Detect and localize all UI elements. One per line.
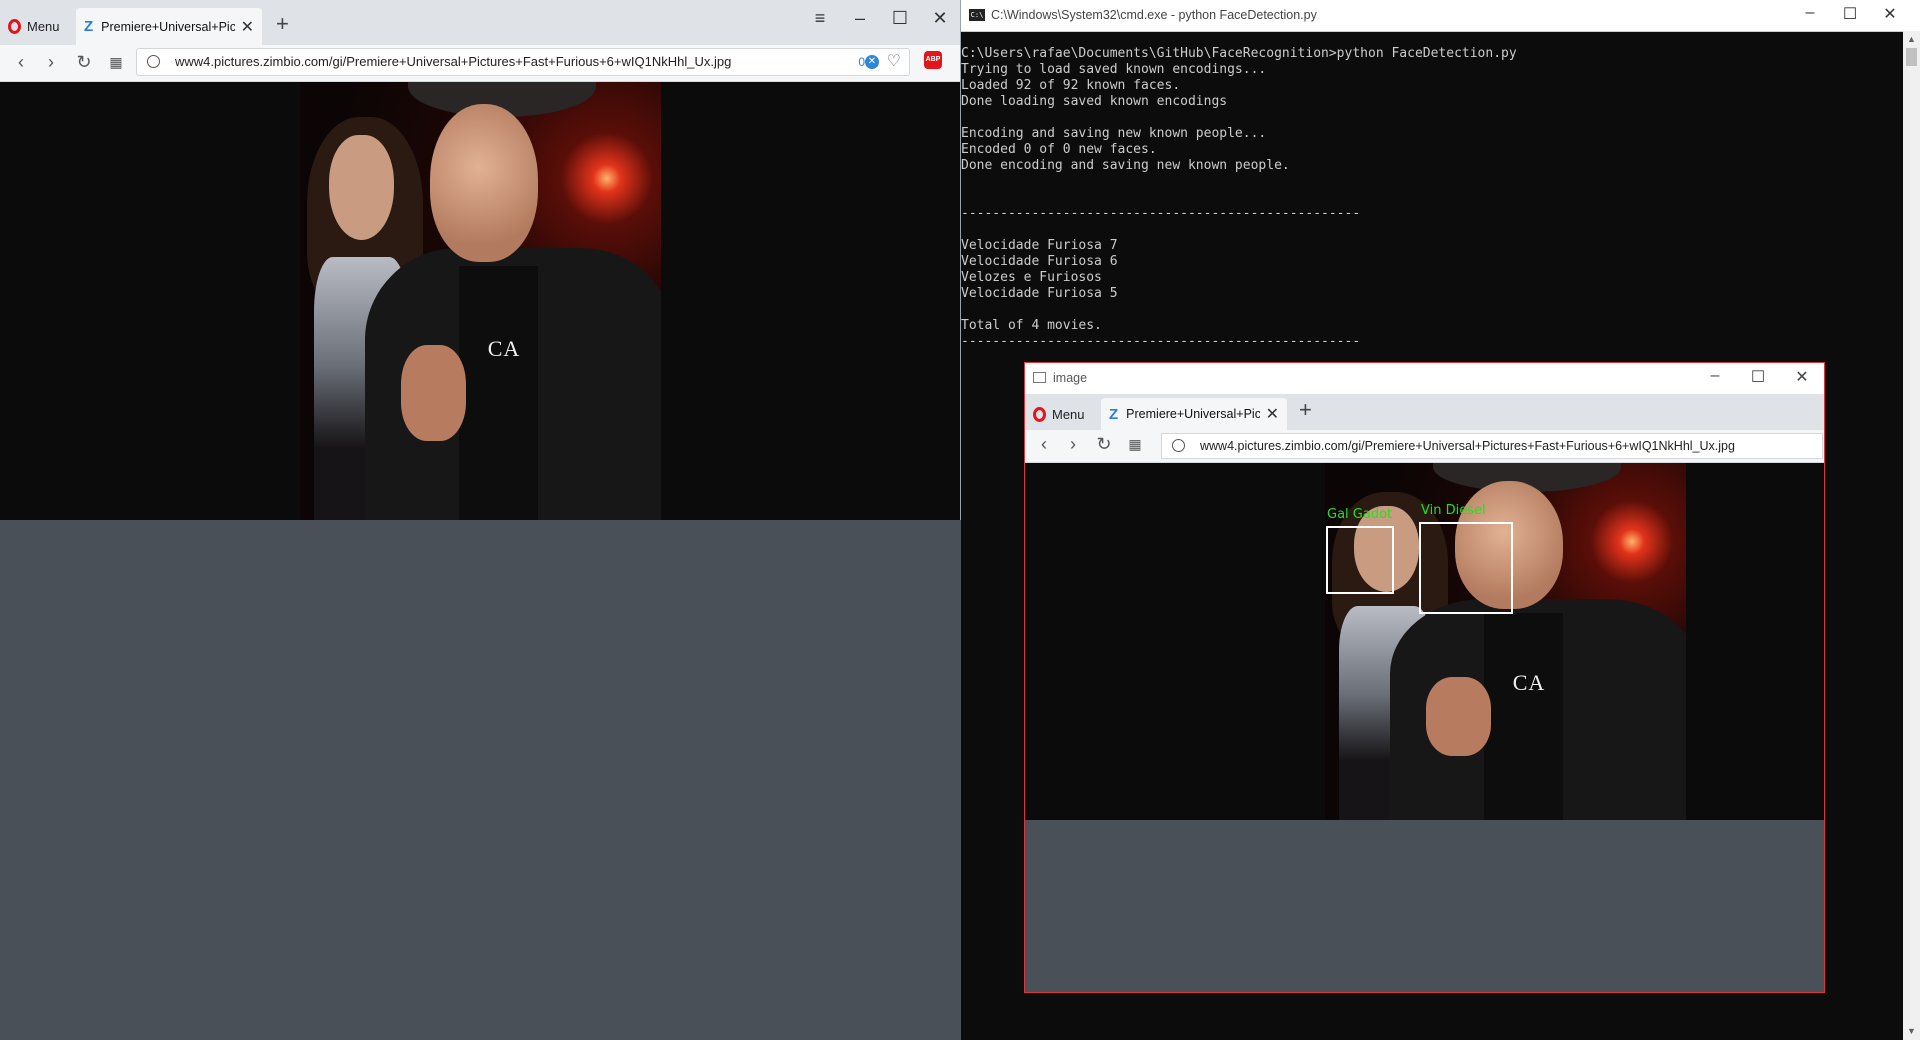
cmd-window-title: C:\Windows\System32\cmd.exe - python Fac…: [991, 8, 1317, 22]
close-button[interactable]: ✕: [926, 8, 954, 29]
captured-tab-bar: Menu Z Premiere+Universal+Pictures+Fast+…: [1025, 394, 1824, 430]
url-text: www4.pictures.zimbio.com/gi/Premiere+Uni…: [175, 54, 732, 69]
console-line: Encoded 0 of 0 new faces.: [961, 142, 1157, 157]
cmd-close-button[interactable]: ✕: [1877, 4, 1903, 24]
captured-tab-close-icon: ✕: [1265, 406, 1279, 423]
tab-bar: Menu Z Premiere+Universal+Pictures+Fast+…: [0, 0, 960, 45]
captured-menu-button: Menu: [1033, 400, 1085, 428]
maximize-button[interactable]: ☐: [886, 8, 914, 29]
new-tab-button[interactable]: +: [276, 11, 289, 37]
reload-icon[interactable]: ↻: [73, 52, 95, 73]
captured-back-icon: ‹: [1041, 434, 1047, 454]
captured-new-tab: +: [1299, 397, 1312, 422]
console-line: ----------------------------------------…: [961, 206, 1361, 221]
image-minimize-button[interactable]: –: [1702, 367, 1728, 385]
captured-page: CA Gal Gadot Vin Diesel: [1025, 463, 1824, 820]
tab-menu-icon[interactable]: ≡: [806, 8, 834, 29]
console-line: C:\Users\rafae\Documents\GitHub\FaceReco…: [961, 46, 1517, 61]
opera-menu-button[interactable]: Menu: [8, 12, 60, 40]
scroll-thumb[interactable]: [1906, 48, 1917, 66]
image-window-icon: [1033, 372, 1046, 383]
image-window-titlebar: image – ☐ ✕: [1025, 363, 1824, 394]
image-maximize-button[interactable]: ☐: [1745, 367, 1771, 387]
cmd-minimize-button[interactable]: –: [1797, 4, 1823, 22]
speed-dial-icon[interactable]: ▦: [105, 54, 127, 71]
scroll-up-icon[interactable]: ▲: [1907, 34, 1916, 44]
adblock-plus-icon[interactable]: ABP: [924, 51, 942, 69]
face-label-vin-diesel: Vin Diesel: [1421, 503, 1486, 518]
console-output[interactable]: C:\Users\rafae\Documents\GitHub\FaceReco…: [961, 46, 1891, 350]
back-icon[interactable]: ‹: [10, 52, 32, 73]
shirt-logo: CA: [487, 336, 521, 362]
captured-url-field: www4.pictures.zimbio.com/gi/Premiere+Uni…: [1161, 433, 1823, 459]
minimize-button[interactable]: –: [846, 8, 874, 29]
captured-forward-icon: ›: [1070, 434, 1076, 454]
scroll-down-icon[interactable]: ▼: [1907, 1026, 1916, 1036]
cmd-scrollbar[interactable]: [1903, 31, 1920, 1040]
url-field[interactable]: www4.pictures.zimbio.com/gi/Premiere+Uni…: [136, 48, 910, 76]
face-box-vin-diesel: [1419, 522, 1513, 614]
image-close-button[interactable]: ✕: [1789, 367, 1815, 387]
cmd-maximize-button[interactable]: ☐: [1837, 4, 1863, 24]
captured-address-toolbar: ‹ › ↻ ▦ www4.pictures.zimbio.com/gi/Prem…: [1025, 430, 1824, 463]
menu-label: Menu: [27, 18, 60, 34]
opera-browser-window: Menu Z Premiere+Universal+Pictures+Fast+…: [0, 0, 961, 520]
captured-browser-frame: Menu Z Premiere+Universal+Pictures+Fast+…: [1025, 394, 1824, 994]
forward-icon[interactable]: ›: [40, 52, 62, 73]
cmd-app-icon: C:\: [969, 9, 985, 21]
tab-active[interactable]: Z Premiere+Universal+Pictures+Fast+Furio…: [76, 8, 262, 45]
captured-opera-logo-icon: [1033, 406, 1046, 422]
captured-speed-dial-icon: ▦: [1128, 436, 1142, 452]
console-line: Loaded 92 of 92 known faces.: [961, 78, 1181, 93]
displayed-photo: CA: [300, 82, 661, 520]
face-label-gal-gadot: Gal Gadot: [1327, 507, 1393, 522]
console-line: Velozes e Furiosos: [961, 270, 1102, 285]
captured-shirt-logo: CA: [1512, 670, 1546, 696]
console-line: ----------------------------------------…: [961, 334, 1361, 349]
zimbio-favicon-icon: Z: [84, 18, 94, 35]
tab-title: Premiere+Universal+Pictures+Fast+Furious…: [101, 19, 235, 34]
face-box-gal-gadot: [1326, 526, 1394, 594]
opera-logo-icon: [8, 18, 21, 34]
bookmark-heart-icon[interactable]: ♡: [887, 49, 901, 75]
captured-reload-icon: ↻: [1096, 434, 1112, 454]
console-line: Done encoding and saving new known peopl…: [961, 158, 1290, 173]
captured-zimbio-favicon-icon: Z: [1109, 405, 1119, 423]
tab-close-icon[interactable]: ✕: [241, 17, 254, 37]
image-window: image – ☐ ✕ Menu Z Premiere+Universal+Pi…: [1024, 362, 1825, 993]
console-line: Velocidade Furiosa 5: [961, 286, 1118, 301]
captured-url-text: www4.pictures.zimbio.com/gi/Premiere+Uni…: [1200, 439, 1735, 453]
image-window-title: image: [1053, 371, 1088, 385]
console-line: Total of 4 movies.: [961, 318, 1102, 333]
console-line: Done loading saved known encodings: [961, 94, 1228, 109]
captured-tab: Z Premiere+Universal+Pictures+Fast+Furio…: [1101, 398, 1287, 430]
tracker-blocker-icon[interactable]: ✕: [865, 55, 879, 69]
console-line: Trying to load saved known encodings...: [961, 62, 1267, 77]
captured-globe-icon: [1172, 439, 1185, 452]
console-line: Velocidade Furiosa 7: [961, 238, 1118, 253]
cmd-titlebar: C:\ C:\Windows\System32\cmd.exe - python…: [961, 0, 1920, 32]
tracker-count: 0: [858, 55, 865, 69]
console-line: Velocidade Furiosa 6: [961, 254, 1118, 269]
globe-icon: [147, 55, 160, 68]
captured-tab-title: Premiere+Universal+Pictures+Fast+Furious…: [1126, 407, 1260, 421]
captured-menu-label: Menu: [1052, 406, 1085, 422]
console-line: Encoding and saving new known people...: [961, 126, 1267, 141]
